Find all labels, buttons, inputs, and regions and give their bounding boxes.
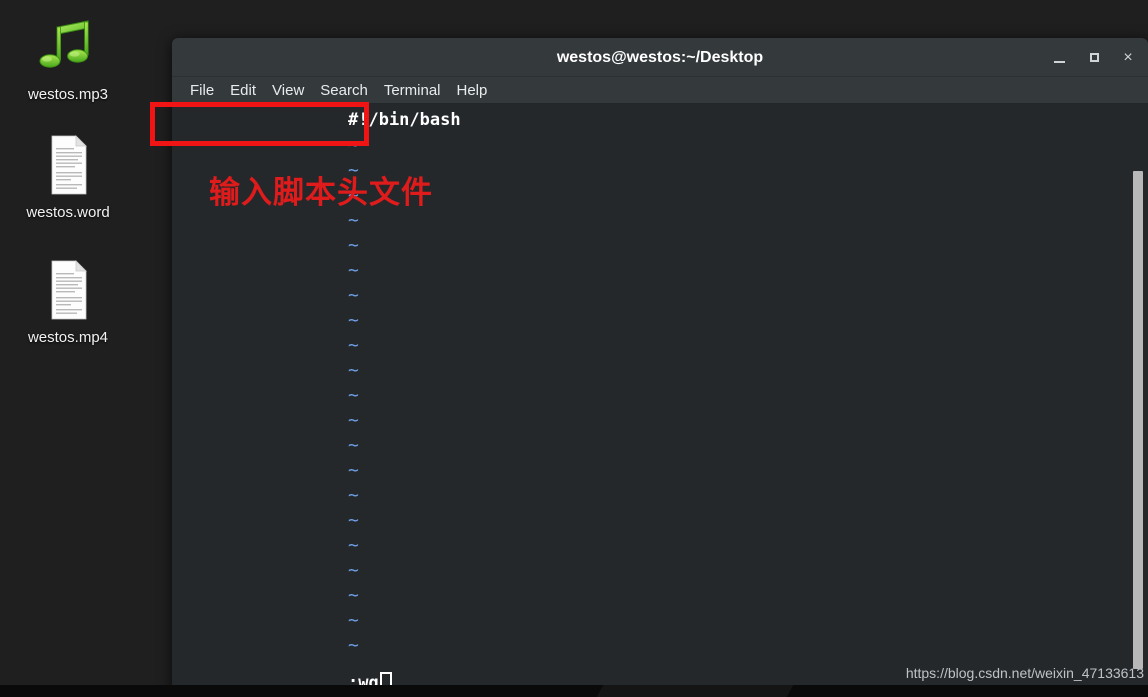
background-window-edge xyxy=(596,685,794,697)
vim-line-shebang: #!/bin/bash xyxy=(348,110,461,130)
window-title: westos@westos:~/Desktop xyxy=(556,49,764,66)
vim-empty-line-marker: ~ xyxy=(348,360,359,381)
vim-empty-line-marker: ~ xyxy=(348,510,359,531)
menu-item-help[interactable]: Help xyxy=(449,77,496,104)
vim-empty-line-marker: ~ xyxy=(348,635,359,656)
desktop-icon-label: westos.mp4 xyxy=(27,329,109,346)
vim-empty-line-marker: ~ xyxy=(348,310,359,331)
vim-empty-line-marker: ~ xyxy=(348,210,359,231)
vim-empty-line-marker: ~ xyxy=(348,435,359,456)
vim-empty-line-marker: ~ xyxy=(348,585,359,606)
desktop-icon-westos-mp3[interactable]: westos.mp3 xyxy=(0,14,136,104)
menu-item-terminal[interactable]: Terminal xyxy=(376,77,449,104)
close-icon: × xyxy=(1123,49,1133,66)
desktop-icon-westos-word[interactable]: westos.word xyxy=(0,132,136,222)
menu-item-file[interactable]: File xyxy=(182,77,222,104)
vim-empty-line-marker: ~ xyxy=(348,535,359,556)
vim-empty-line-marker: ~ xyxy=(348,410,359,431)
vim-empty-line-marker: ~ xyxy=(348,460,359,481)
screen: westos.mp3 westos.word westos.mp4 westos… xyxy=(0,0,1148,697)
close-button[interactable]: × xyxy=(1118,48,1138,68)
annotation-note: 输入脚本头文件 xyxy=(209,175,433,211)
maximize-icon xyxy=(1089,52,1099,62)
menu-bar: File Edit View Search Terminal Help xyxy=(172,77,1148,104)
vim-empty-line-marker: ~ xyxy=(348,560,359,581)
menu-item-edit[interactable]: Edit xyxy=(222,77,264,104)
scrollbar[interactable] xyxy=(1133,171,1143,669)
vim-empty-line-marker: ~ xyxy=(348,385,359,406)
vim-empty-line-marker: ~ xyxy=(348,335,359,356)
vim-empty-line-marker: ~ xyxy=(348,485,359,506)
vim-empty-line-marker: ~ xyxy=(348,135,359,156)
vim-empty-line-marker: ~ xyxy=(348,235,359,256)
menu-item-search[interactable]: Search xyxy=(312,77,376,104)
vim-empty-line-marker: ~ xyxy=(348,285,359,306)
minimize-button[interactable] xyxy=(1049,48,1069,68)
watermark-url: https://blog.csdn.net/weixin_47133613 xyxy=(905,665,1144,681)
vim-empty-line-marker: ~ xyxy=(348,610,359,631)
scrollbar-thumb[interactable] xyxy=(1133,171,1143,669)
desktop-icon-westos-mp4[interactable]: westos.mp4 xyxy=(0,257,136,347)
music-note-icon xyxy=(0,14,136,80)
menu-item-view[interactable]: View xyxy=(264,77,312,104)
bottom-bar xyxy=(0,685,1148,697)
minimize-icon xyxy=(1053,60,1065,63)
vim-empty-line-marker: ~ xyxy=(348,260,359,281)
maximize-button[interactable] xyxy=(1084,48,1104,68)
desktop-icon-label: westos.mp3 xyxy=(27,86,109,103)
document-icon xyxy=(0,132,136,198)
terminal-window[interactable]: westos@westos:~/Desktop × File Edit View Se… xyxy=(172,38,1148,697)
document-icon xyxy=(0,257,136,323)
desktop-icon-label: westos.word xyxy=(26,204,110,221)
title-bar[interactable]: westos@westos:~/Desktop × xyxy=(172,38,1148,77)
